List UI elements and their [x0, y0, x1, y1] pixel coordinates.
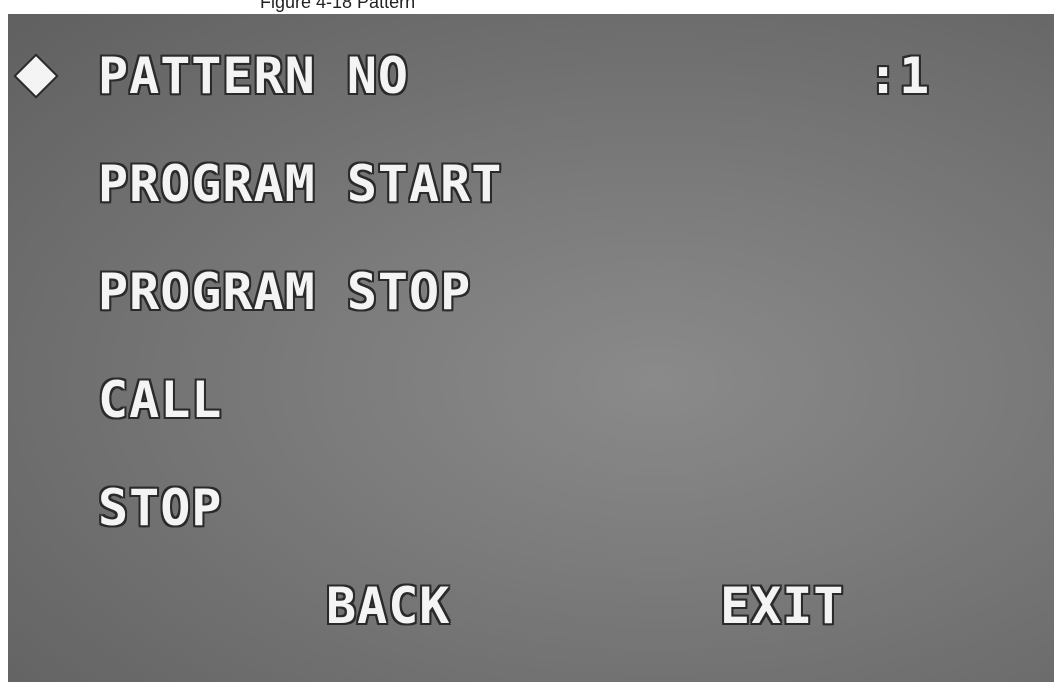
pattern-no-value[interactable]: :1: [868, 46, 930, 106]
menu-item-program-stop[interactable]: PROGRAM STOP: [98, 262, 471, 322]
back-button[interactable]: BACK: [326, 576, 450, 636]
osd-menu-screen: PATTERN NO :1 PROGRAM START PROGRAM STOP…: [8, 14, 1054, 682]
menu-item-pattern-no[interactable]: PATTERN NO: [98, 46, 409, 106]
menu-item-stop[interactable]: STOP: [98, 478, 222, 538]
caption-strip: Figure 4-18 Pattern: [0, 0, 1054, 14]
figure-caption: Figure 4-18 Pattern: [260, 0, 416, 12]
page: Figure 4-18 Pattern PATTERN NO :1 PROGRA…: [0, 0, 1054, 682]
diamond-cursor-icon: [16, 56, 56, 96]
menu-item-call[interactable]: CALL: [98, 370, 222, 430]
menu-item-program-start[interactable]: PROGRAM START: [98, 154, 502, 214]
exit-button[interactable]: EXIT: [720, 576, 844, 636]
